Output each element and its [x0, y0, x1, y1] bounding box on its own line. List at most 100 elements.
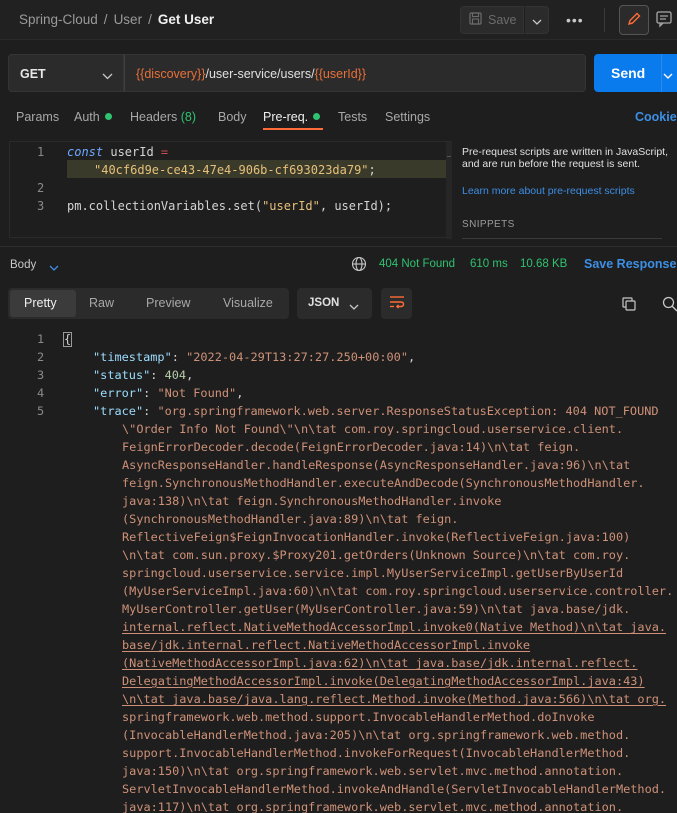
response-body-label[interactable]: Body	[10, 259, 36, 271]
trace-line: \"Order Info Not Found\"\n\tat com.roy.s…	[122, 422, 624, 436]
tab-params-label: Params	[16, 110, 60, 124]
line-number: 1	[37, 145, 45, 159]
json-string: "2022-04-29T13:27:27.250+00:00"	[186, 350, 408, 364]
send-divider	[661, 54, 662, 92]
method-label: GET	[20, 67, 46, 81]
view-tab-raw[interactable]: Raw	[89, 296, 114, 310]
comment-icon	[655, 11, 673, 31]
json-open-brace: {	[64, 332, 72, 346]
save-icon	[469, 12, 482, 28]
line-number: 1	[37, 332, 45, 346]
tab-prereq[interactable]: Pre-req.	[263, 110, 321, 124]
save-response-button[interactable]: Save Response	[584, 257, 676, 271]
json-key: "status"	[93, 368, 151, 382]
trace-line: java:138)\n\tat feign.SynchronousMethodH…	[122, 494, 502, 508]
json-string: "Not Found"	[157, 386, 237, 400]
tab-tests[interactable]: Tests	[338, 110, 367, 124]
tab-headers[interactable]: Headers (8)	[130, 110, 196, 124]
tab-tests-label: Tests	[338, 110, 368, 124]
json-string: "org.springframework.web.server.Response…	[157, 404, 659, 418]
format-select[interactable]: JSON	[297, 288, 372, 319]
tab-settings-label: Settings	[385, 110, 431, 124]
response-view-tabs: Pretty Raw Preview Visualize	[8, 288, 289, 319]
save-button[interactable]: Save	[460, 6, 524, 34]
json-number: 404	[164, 368, 187, 382]
tab-params[interactable]: Params	[16, 110, 59, 124]
line-number: 2	[37, 350, 45, 364]
editor-scrollbar-thumb[interactable]	[447, 156, 451, 157]
learn-more-link[interactable]: Learn more about pre-request scripts	[462, 185, 635, 197]
trace-line: (NativeMethodAccessorImpl.java:62)\n\tat…	[122, 656, 638, 670]
globe-icon[interactable]	[351, 256, 367, 275]
status-dot	[313, 113, 321, 121]
edit-button[interactable]	[619, 5, 649, 35]
line-number: 5	[37, 404, 45, 418]
trace-line: feign.SynchronousMethodHandler.executeAn…	[122, 476, 645, 490]
response-body[interactable]: 1 2 3 4 5 { "timestamp": "2022-04-29T13:…	[0, 330, 677, 813]
trace-line: AsyncResponseHandler.handleResponse(Asyn…	[122, 458, 631, 472]
tab-body-label: Body	[218, 110, 247, 124]
response-time[interactable]: 610 ms	[470, 258, 508, 270]
wrap-lines-button[interactable]	[381, 288, 412, 319]
code-identifier: userId	[103, 145, 161, 159]
breadcrumb: Spring-Cloud / User / Get User	[19, 12, 214, 27]
url-input[interactable]: {{discovery}}/user-service/users/{{userI…	[124, 54, 586, 92]
chevron-down-icon[interactable]	[663, 68, 673, 83]
view-tab-pretty[interactable]: Pretty	[24, 296, 57, 310]
trace-line: FeignErrorDecoder.decode(FeignErrorDecod…	[122, 440, 581, 454]
trace-line: springcloud.userservice.service.impl.MyU…	[122, 566, 624, 580]
chevron-down-icon[interactable]	[49, 260, 59, 275]
line-number: 3	[37, 199, 45, 213]
save-label: Save	[488, 13, 517, 27]
snippets-heading: SNIPPETS	[462, 219, 515, 230]
breadcrumb-item-collection[interactable]: Spring-Cloud	[19, 12, 98, 27]
tab-prereq-label: Pre-req.	[263, 110, 309, 124]
breadcrumb-item-folder[interactable]: User	[114, 12, 143, 27]
request-tabs: Params Auth Headers (8) Body Pre-req. Te…	[0, 106, 677, 130]
save-dropdown-button[interactable]	[524, 6, 549, 34]
trace-line: springframework.web.method.support.Invoc…	[122, 710, 595, 724]
wrap-lines-icon	[389, 295, 405, 312]
comments-button[interactable]	[655, 10, 673, 31]
breadcrumb-separator: /	[148, 12, 152, 27]
response-size[interactable]: 10.68 KB	[520, 258, 567, 270]
code-punct: ;	[368, 163, 376, 177]
trace-line: ServletInvocableHandlerMethod.invokeAndH…	[122, 782, 667, 796]
chevron-down-icon	[102, 68, 113, 83]
save-group: Save	[460, 6, 549, 34]
tab-auth[interactable]: Auth	[74, 110, 112, 124]
request-title[interactable]: Get User	[158, 12, 214, 27]
method-select[interactable]: GET	[8, 54, 124, 92]
trace-line: \n\tat com.sun.proxy.$Proxy201.getOrders…	[122, 548, 631, 562]
search-icon[interactable]	[662, 296, 677, 315]
trace-line: support.InvocableHandlerMethod.invokeFor…	[122, 746, 631, 760]
line-number: 4	[37, 386, 45, 400]
code-line: pm.collectionVariables.set("userId", use…	[67, 199, 392, 213]
more-actions-button[interactable]: •••	[566, 12, 584, 28]
code-call: pm.collectionVariables.set(	[67, 199, 263, 213]
json-key: "timestamp"	[93, 350, 172, 364]
cookies-link[interactable]: Cookies	[635, 110, 677, 124]
json-line-error: "error": "Not Found",	[93, 386, 244, 400]
trace-line: MyUserController.getUser(MyUserControlle…	[122, 602, 631, 616]
url-variable-userid: {{userId}}	[314, 67, 367, 81]
tab-settings[interactable]: Settings	[385, 110, 430, 124]
status-code[interactable]: 404 Not Found	[379, 258, 455, 270]
trace-line: java:150)\n\tat org.springframework.web.…	[122, 764, 624, 778]
line-number: 3	[37, 368, 45, 382]
send-button[interactable]: Send	[594, 54, 677, 92]
copy-icon[interactable]	[621, 296, 637, 315]
view-tab-preview[interactable]: Preview	[146, 296, 190, 310]
view-tab-visualize[interactable]: Visualize	[223, 296, 273, 310]
trace-line: (InvocableHandlerMethod.java:205)\n\tat …	[122, 728, 631, 742]
json-line-status: "status": 404,	[93, 368, 194, 382]
tab-body[interactable]: Body	[218, 110, 247, 124]
code-string: "40cf6d9e-ce43-47e4-906b-cf693023da79"	[94, 163, 369, 177]
code-string: "userId"	[262, 199, 320, 213]
active-tab-indicator	[263, 128, 323, 130]
url-path: /user-service/users/	[205, 67, 315, 81]
prerequest-script-editor[interactable]: 1 2 3 const userId = "40cf6d9e-ce43-47e4…	[9, 141, 452, 239]
chevron-down-icon	[532, 13, 542, 28]
trace-line: DelegatingMethodAccessorImpl.invoke(Dele…	[122, 674, 645, 688]
code-line: "40cf6d9e-ce43-47e4-906b-cf693023da79";	[94, 163, 376, 177]
